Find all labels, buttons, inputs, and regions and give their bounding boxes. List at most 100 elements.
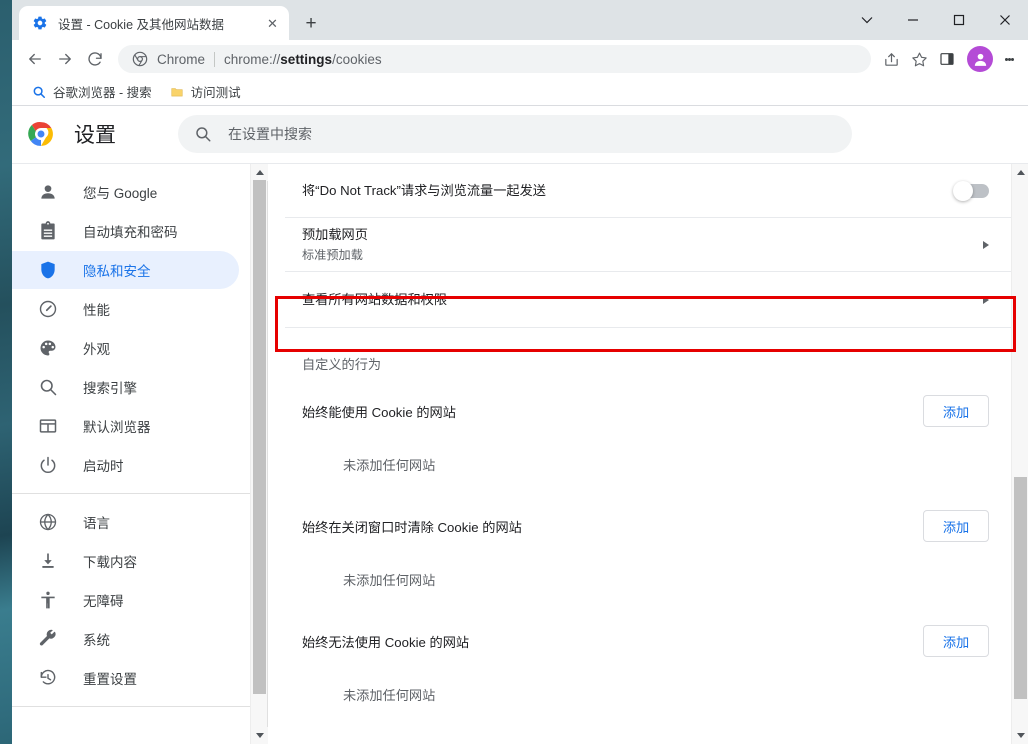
accessibility-icon (38, 590, 58, 610)
forward-button[interactable] (50, 44, 80, 74)
toggle-knob (953, 180, 973, 201)
share-icon[interactable] (877, 45, 905, 73)
browser-tab-settings[interactable]: 设置 - Cookie 及其他网站数据 ✕ (19, 6, 289, 40)
sidebar-item-autofill[interactable]: 自动填充和密码 (12, 212, 239, 250)
page-title: 设置 (74, 124, 116, 147)
close-icon[interactable]: ✕ (264, 15, 281, 32)
chrome-logo (28, 121, 54, 147)
minimize-button[interactable] (890, 4, 936, 36)
bookmarks-bar: 谷歌浏览器 - 搜索 访问测试 (12, 78, 1028, 106)
content-scrollbar[interactable] (1011, 164, 1028, 744)
omnibox-url-suffix: /cookies (332, 51, 382, 67)
sidebar-item-label: 启动时 (83, 459, 124, 474)
settings-body: 您与 Google 自动填充和密码 隐私和安全 性能 外观 搜索引擎 默认浏览器… (12, 163, 1028, 744)
browser-window-icon (38, 416, 58, 436)
add-button-clear-on-exit[interactable]: 添加 (923, 510, 989, 542)
sidebar-item-label: 性能 (83, 303, 110, 318)
bookmark-star-icon[interactable] (905, 45, 933, 73)
omnibox-url-bold: settings (280, 51, 333, 67)
setting-title: 查看所有网站数据和权限 (302, 291, 448, 307)
bookmark-label: 访问测试 (190, 86, 241, 100)
search-icon (38, 377, 58, 397)
close-button[interactable] (982, 4, 1028, 36)
sidebar-item-performance[interactable]: 性能 (12, 290, 239, 328)
empty-note-block: 未添加任何网站 (343, 688, 436, 703)
reload-button[interactable] (80, 44, 110, 74)
sidebar-item-system[interactable]: 系统 (12, 620, 239, 658)
setting-row-all-site-data[interactable]: 查看所有网站数据和权限 (285, 272, 1011, 328)
settings-main-panel: 将“Do Not Track”请求与浏览流量一起发送 预加载网页 标准预加载 查… (268, 164, 1028, 744)
person-icon (38, 182, 58, 202)
browser-window: 设置 - Cookie 及其他网站数据 ✕ + Chrome chrome://… (12, 0, 1028, 744)
sidebar-item-appearance[interactable]: 外观 (12, 329, 239, 367)
cookie-row-block: 始终无法使用 Cookie 的网站 添加 (285, 611, 1011, 671)
cookie-row-label: 始终无法使用 Cookie 的网站 (302, 634, 470, 650)
wrench-icon (38, 629, 58, 649)
power-icon (38, 455, 58, 475)
address-bar[interactable]: Chrome chrome://settings/cookies (118, 45, 871, 73)
scroll-up-arrow-icon[interactable] (1012, 164, 1028, 181)
new-tab-button[interactable]: + (297, 9, 325, 37)
setting-row-preload-pages[interactable]: 预加载网页 标准预加载 (285, 218, 1011, 272)
scroll-up-arrow-icon[interactable] (251, 164, 268, 181)
avatar[interactable] (967, 46, 993, 72)
sidebar-item-search-engine[interactable]: 搜索引擎 (12, 368, 239, 406)
sidebar-item-label: 您与 Google (83, 186, 158, 201)
add-button-allow[interactable]: 添加 (923, 395, 989, 427)
globe-icon (38, 512, 58, 532)
speedometer-icon (38, 299, 58, 319)
sidebar-item-you-and-google[interactable]: 您与 Google (12, 173, 239, 211)
sidebar-item-privacy-and-security[interactable]: 隐私和安全 (12, 251, 239, 289)
sidebar-item-accessibility[interactable]: 无障碍 (12, 581, 239, 619)
sidebar-item-label: 无障碍 (83, 594, 124, 609)
sidebar-item-default-browser[interactable]: 默认浏览器 (12, 407, 239, 445)
settings-search-box[interactable] (178, 115, 852, 153)
omnibox-url: chrome://settings/cookies (224, 52, 382, 67)
sidebar-divider (12, 706, 251, 707)
sidebar-item-on-startup[interactable]: 启动时 (12, 446, 239, 484)
download-icon (38, 551, 58, 571)
setting-title: 将“Do Not Track”请求与浏览流量一起发送 (302, 182, 546, 198)
sidebar-item-label: 搜索引擎 (83, 381, 137, 396)
sidebar-item-label: 重置设置 (83, 672, 137, 687)
settings-header: 设置 (12, 106, 1028, 163)
setting-subtitle: 标准预加载 (302, 247, 363, 262)
omnibox-divider (214, 51, 216, 67)
sidebar-scrollbar-thumb[interactable] (253, 180, 266, 694)
do-not-track-toggle[interactable] (953, 180, 989, 201)
cookie-row-label: 始终能使用 Cookie 的网站 (302, 404, 456, 420)
menu-dot (1010, 57, 1014, 61)
window-controls (844, 0, 1028, 40)
folder-icon (170, 85, 184, 99)
side-panel-icon[interactable] (933, 45, 961, 73)
cookie-row-label: 始终在关闭窗口时清除 Cookie 的网站 (302, 519, 522, 535)
search-icon (194, 125, 212, 143)
chevron-right-icon (983, 295, 989, 304)
scroll-down-arrow-icon[interactable] (251, 727, 268, 744)
tab-title: 设置 - Cookie 及其他网站数据 (58, 17, 224, 32)
sidebar-scrollbar[interactable] (250, 164, 268, 744)
sidebar: 您与 Google 自动填充和密码 隐私和安全 性能 外观 搜索引擎 默认浏览器… (12, 164, 268, 744)
search-input[interactable] (228, 126, 836, 142)
maximize-button[interactable] (936, 4, 982, 36)
add-button-block[interactable]: 添加 (923, 625, 989, 657)
chrome-menu-button[interactable] (996, 45, 1022, 73)
section-heading-custom-behavior: 自定义的行为 (302, 357, 382, 372)
sidebar-item-languages[interactable]: 语言 (12, 503, 239, 541)
bookmark-item-folder[interactable]: 访问测试 (162, 81, 249, 103)
gear-icon (32, 15, 48, 31)
scroll-down-arrow-icon[interactable] (1012, 727, 1028, 744)
bookmark-item-search[interactable]: 谷歌浏览器 - 搜索 (24, 81, 160, 103)
sidebar-divider (12, 493, 251, 494)
content-scrollbar-thumb[interactable] (1014, 477, 1027, 699)
sidebar-item-label: 自动填充和密码 (83, 225, 178, 240)
tab-search-button[interactable] (844, 4, 890, 36)
sidebar-item-downloads[interactable]: 下载内容 (12, 542, 239, 580)
sidebar-item-reset-settings[interactable]: 重置设置 (12, 659, 239, 697)
browser-toolbar: Chrome chrome://settings/cookies (12, 40, 1028, 78)
back-button[interactable] (20, 44, 50, 74)
setting-row-do-not-track[interactable]: 将“Do Not Track”请求与浏览流量一起发送 (285, 164, 1011, 218)
search-icon (32, 85, 46, 99)
clipboard-icon (38, 221, 58, 241)
settings-content-scroll: 将“Do Not Track”请求与浏览流量一起发送 预加载网页 标准预加载 查… (268, 164, 1011, 744)
